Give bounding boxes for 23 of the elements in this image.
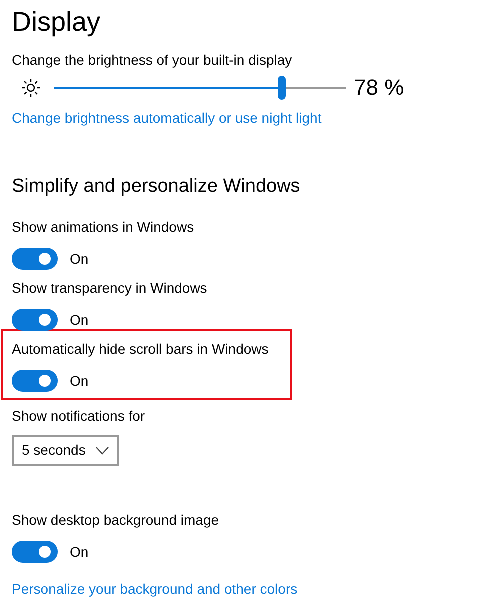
dropdown[interactable]: 5 seconds <box>12 435 119 466</box>
settings-link[interactable]: Change brightness automatically or use night light <box>12 109 322 127</box>
chevron-down-icon <box>96 446 109 454</box>
setting-label: Show animations in Windows <box>12 218 194 236</box>
toggle-switch[interactable] <box>12 370 58 392</box>
toggle-state: On <box>70 543 89 561</box>
brightness-reading: 78 % <box>354 76 404 100</box>
setting-label: Show notifications for <box>12 407 146 425</box>
setting-label: Show transparency in Windows <box>12 279 208 297</box>
toggle-switch[interactable] <box>12 541 58 563</box>
slider-label: Change the brightness of your built-in display <box>12 51 292 69</box>
section-title: Simplify and personalize Windows <box>12 175 300 199</box>
toggle-state: On <box>70 372 89 390</box>
settings-link[interactable]: Personalize your background and other colors <box>12 580 298 598</box>
brightness-slider[interactable] <box>54 76 346 100</box>
toggle-switch[interactable] <box>12 309 58 331</box>
brightness-icon <box>22 79 40 97</box>
toggle-state: On <box>70 250 89 268</box>
toggle-switch[interactable] <box>12 248 58 270</box>
setting-label: Show desktop background image <box>12 511 220 529</box>
toggle-state: On <box>70 311 89 329</box>
page-title: Display <box>12 6 101 39</box>
setting-label: Automatically hide scroll bars in Windows <box>12 340 269 358</box>
